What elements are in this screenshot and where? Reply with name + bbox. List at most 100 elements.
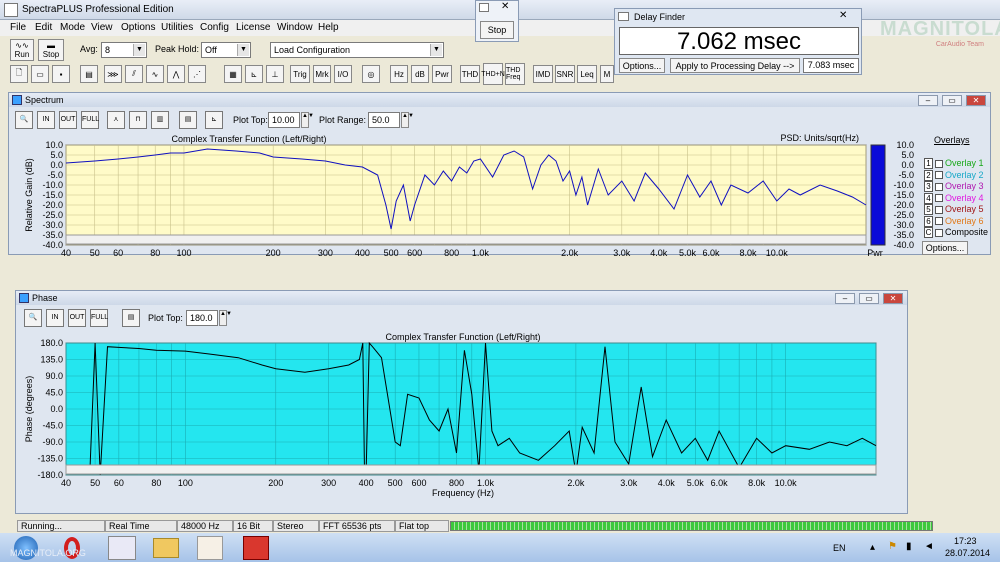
- zoom-in-2x-icon[interactable]: IN: [46, 309, 64, 327]
- menu-utilities[interactable]: Utilities: [161, 22, 193, 33]
- overlay-number[interactable]: 4: [924, 192, 933, 204]
- run-button[interactable]: ∿∿ Run: [10, 39, 34, 61]
- overlay-checkbox[interactable]: [935, 217, 943, 226]
- thd-freq-button[interactable]: THD Freq: [505, 63, 525, 85]
- overlay-row[interactable]: 3 Overlay 3: [924, 181, 984, 192]
- peak-icon[interactable]: ⋏: [107, 111, 125, 129]
- save-icon[interactable]: ▪: [52, 65, 70, 83]
- menu-view[interactable]: View: [91, 22, 113, 33]
- pwr-button[interactable]: Pwr: [432, 65, 452, 83]
- overlay-row[interactable]: 5 Overlay 5: [924, 204, 984, 215]
- menu-options[interactable]: Options: [121, 22, 155, 33]
- db-button[interactable]: dB: [411, 65, 429, 83]
- more-button[interactable]: M: [600, 65, 614, 83]
- spectrum-options-button[interactable]: Options...: [922, 241, 968, 255]
- overlay-checkbox[interactable]: [935, 194, 943, 203]
- menu-window[interactable]: Window: [277, 22, 313, 33]
- menu-file[interactable]: File: [10, 22, 26, 33]
- overlay-row[interactable]: 2 Overlay 2: [924, 169, 984, 181]
- scale-icon[interactable]: ⊥: [266, 65, 284, 83]
- spectrum-plot-top-input[interactable]: 10.00: [268, 112, 300, 128]
- thd-button[interactable]: THD: [460, 65, 480, 83]
- language-indicator[interactable]: EN: [833, 543, 846, 553]
- tray-arrow-icon[interactable]: ▴: [870, 542, 875, 553]
- overlay-checkbox[interactable]: [935, 159, 943, 168]
- overlay-row[interactable]: 1 Overlay 1: [924, 158, 984, 169]
- new-file-icon[interactable]: 🗋: [10, 65, 28, 83]
- trigger-button[interactable]: Trig: [290, 65, 310, 83]
- properties-icon[interactable]: ▤: [179, 111, 197, 129]
- spectrum-scrollbar[interactable]: [65, 234, 867, 245]
- minimize-icon[interactable]: –: [918, 95, 938, 106]
- print-icon[interactable]: ▤: [80, 65, 98, 83]
- minimize-icon[interactable]: –: [835, 293, 855, 304]
- overlay-row[interactable]: C Composite: [924, 227, 988, 238]
- overlay-number[interactable]: 3: [924, 181, 933, 192]
- flag-icon[interactable]: ⚑: [888, 541, 897, 552]
- zoom-out-2x-icon[interactable]: OUT: [68, 309, 86, 327]
- time-series-icon[interactable]: ⋙: [104, 65, 122, 83]
- menu-help[interactable]: Help: [318, 22, 339, 33]
- maximize-icon[interactable]: ▭: [942, 95, 962, 106]
- thd-n-button[interactable]: THD+N: [481, 63, 505, 85]
- phase-view-icon[interactable]: ∿: [146, 65, 164, 83]
- close-icon[interactable]: ✕: [966, 95, 986, 106]
- spectrogram-icon[interactable]: ⋀: [167, 65, 185, 83]
- bars-icon[interactable]: ⊓: [129, 111, 147, 129]
- io-button[interactable]: I/O: [334, 65, 352, 83]
- hz-button[interactable]: Hz: [390, 65, 408, 83]
- properties-icon[interactable]: ▤: [122, 309, 140, 327]
- zoom-icon[interactable]: 🔍: [24, 309, 42, 327]
- overlay-row[interactable]: 4 Overlay 4: [924, 192, 984, 204]
- 3d-surface-icon[interactable]: ⋰: [188, 65, 206, 83]
- volume-icon[interactable]: ◄: [924, 541, 934, 552]
- stop-button[interactable]: ▬ Stop: [38, 39, 64, 61]
- maximize-icon[interactable]: ▭: [859, 293, 879, 304]
- menu-mode[interactable]: Mode: [60, 22, 85, 33]
- menu-license[interactable]: License: [236, 22, 270, 33]
- zoom-full-icon[interactable]: FULL: [81, 111, 99, 129]
- network-icon[interactable]: ▮: [906, 541, 912, 552]
- menu-edit[interactable]: Edit: [35, 22, 52, 33]
- overlay-number[interactable]: 5: [924, 204, 933, 215]
- spectrum-view-icon[interactable]: ⫽: [125, 65, 143, 83]
- configuration-select[interactable]: Load Configuration ▼: [270, 42, 444, 58]
- delay-options-button[interactable]: Options...: [619, 58, 665, 73]
- paint-icon[interactable]: [197, 536, 223, 560]
- plot-top-spinner[interactable]: ▲▼: [301, 112, 314, 128]
- signal-generator-icon[interactable]: ◎: [362, 65, 380, 83]
- octave-bars-icon[interactable]: ▥: [151, 111, 169, 129]
- zoom-full-icon[interactable]: FULL: [90, 309, 108, 327]
- overlay-row[interactable]: 6 Overlay 6: [924, 215, 984, 227]
- overlay-number[interactable]: 2: [924, 169, 933, 181]
- spectrum-plot-range-input[interactable]: 50.0: [368, 112, 400, 128]
- open-folder-icon[interactable]: ▭: [31, 65, 49, 83]
- overlay-number[interactable]: 1: [924, 158, 933, 169]
- leq-button[interactable]: Leq: [577, 65, 597, 83]
- stop-popup-button[interactable]: Stop: [480, 21, 514, 39]
- phase-plot-top-spinner[interactable]: ▲▼: [219, 310, 232, 326]
- phase-scrollbar[interactable]: [65, 464, 877, 475]
- spectraplus-task-icon[interactable]: [108, 536, 136, 560]
- axis-icon[interactable]: ⊾: [245, 65, 263, 83]
- plot-range-spinner[interactable]: ▲▼: [401, 112, 414, 128]
- image-viewer-icon[interactable]: [243, 536, 269, 560]
- menu-config[interactable]: Config: [200, 22, 229, 33]
- overlay-checkbox[interactable]: [935, 228, 943, 237]
- zoom-in-2x-icon[interactable]: IN: [37, 111, 55, 129]
- overlay-checkbox[interactable]: [935, 171, 943, 180]
- settings-icon[interactable]: ▦: [224, 65, 242, 83]
- overlay-number[interactable]: 6: [924, 215, 933, 227]
- avg-select[interactable]: 8 ▼: [101, 42, 147, 58]
- zoom-icon[interactable]: 🔍: [15, 111, 33, 129]
- zoom-out-2x-icon[interactable]: OUT: [59, 111, 77, 129]
- close-icon[interactable]: ✕: [839, 10, 847, 21]
- close-icon[interactable]: ✕: [501, 1, 509, 12]
- folder-icon[interactable]: [153, 538, 179, 558]
- scale-icon[interactable]: ⊾: [205, 111, 223, 129]
- marker-button[interactable]: Mrk: [313, 65, 331, 83]
- close-icon[interactable]: ✕: [883, 293, 903, 304]
- phase-plot-top-input[interactable]: 180.0: [186, 310, 218, 326]
- overlay-number[interactable]: C: [924, 227, 933, 238]
- imd-button[interactable]: IMD: [533, 65, 553, 83]
